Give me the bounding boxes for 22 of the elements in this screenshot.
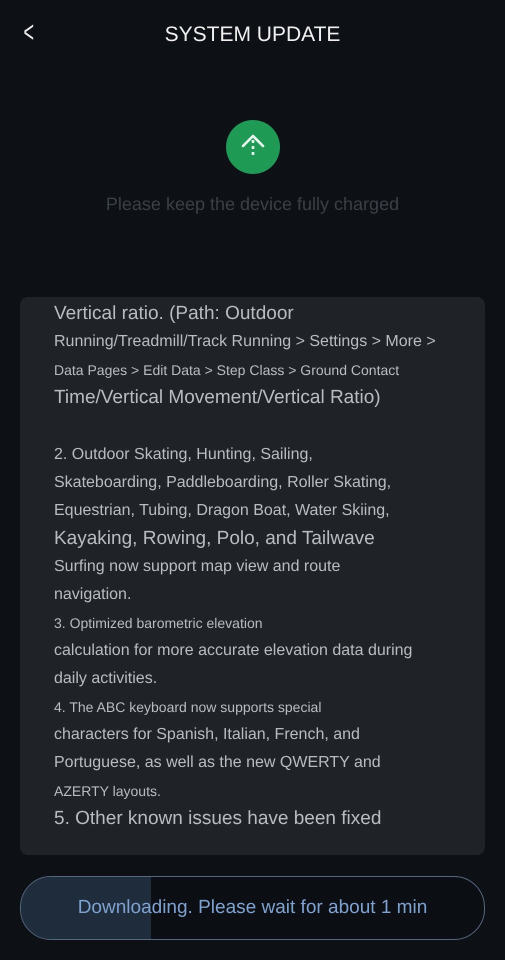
- release-note-line: Time/Vertical Movement/Vertical Ratio): [54, 386, 382, 410]
- release-note-line: Equestrian, Tubing, Dragon Boat, Water Skiing,: [54, 501, 391, 521]
- release-note-line: AZERTY layouts.: [54, 782, 162, 801]
- download-status: Downloading. Please wait for about 1 min: [78, 897, 428, 919]
- release-note-line: Surfing now support map view and route: [54, 557, 342, 577]
- release-note-line: daily activities.: [54, 669, 158, 689]
- release-note-line: Running/Treadmill/Track Running > Settings > More >: [54, 332, 437, 352]
- release-note-line: 2. Outdoor Skating, Hunting, Sailing,: [54, 445, 314, 465]
- release-note-line: 5. Other known issues have been fixed: [54, 807, 382, 831]
- release-note-line: Data Pages > Edit Data > Step Class > Ground Contact: [54, 361, 400, 380]
- release-note-line: Vertical ratio. (Path: Outdoor: [54, 302, 295, 326]
- release-note-line: calculation for more accurate elevation data during: [54, 641, 414, 661]
- release-note-line: Portuguese, as well as the new QWERTY and: [54, 753, 382, 773]
- download-progress-button[interactable]: Downloading. Please wait for about 1 min: [20, 876, 485, 940]
- release-note-line: Kayaking, Rowing, Polo, and Tailwave: [54, 527, 376, 551]
- page-title: SYSTEM UPDATE: [164, 23, 340, 47]
- release-note-line: characters for Spanish, Italian, French, and: [54, 725, 361, 745]
- release-note-line: Skateboarding, Paddleboarding, Roller Skating,: [54, 473, 392, 493]
- back-button[interactable]: <: [24, 16, 34, 50]
- release-note-line: 4. The ABC keyboard now supports special: [54, 698, 322, 717]
- release-note-line: 3. Optimized barometric elevation: [54, 614, 264, 633]
- release-note-line: navigation.: [54, 585, 132, 605]
